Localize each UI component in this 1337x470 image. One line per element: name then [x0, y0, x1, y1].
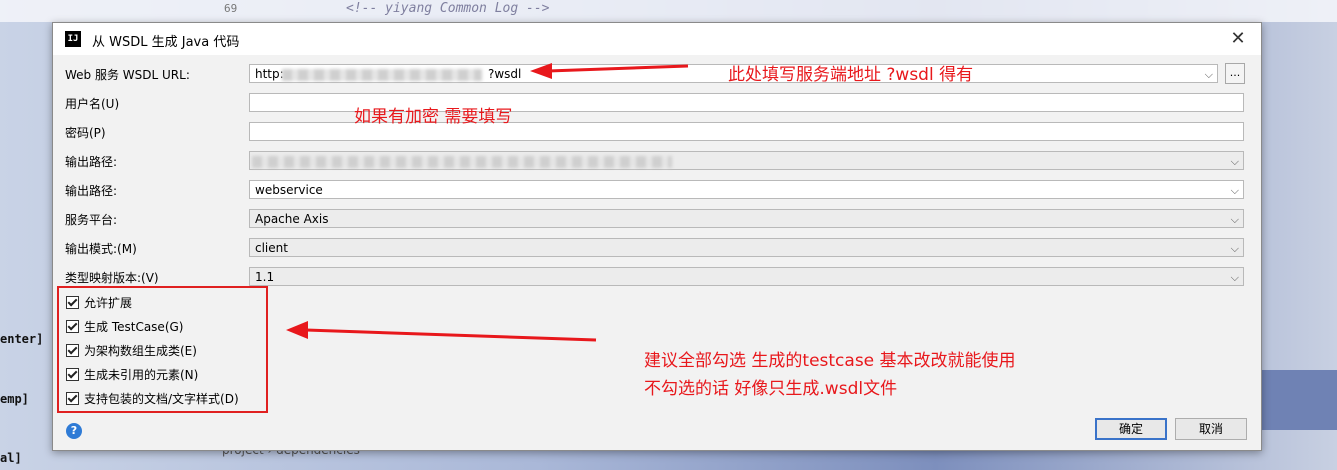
- arrow-to-checkboxes: [286, 321, 597, 342]
- annotation-checkbox-note-1: 建议全部勾选 生成的testcase 基本改改就能使用: [644, 351, 1016, 371]
- arrow-to-url-field: [530, 63, 689, 79]
- annotation-arrows: [286, 63, 689, 342]
- annotation-checkbox-note-2: 不勾选的话 好像只生成.wsdl文件: [644, 379, 898, 399]
- annotation-url-note: 此处填写服务端地址 ?wsdl 得有: [728, 65, 974, 85]
- annotation-password-note: 如果有加密 需要填写: [354, 107, 513, 127]
